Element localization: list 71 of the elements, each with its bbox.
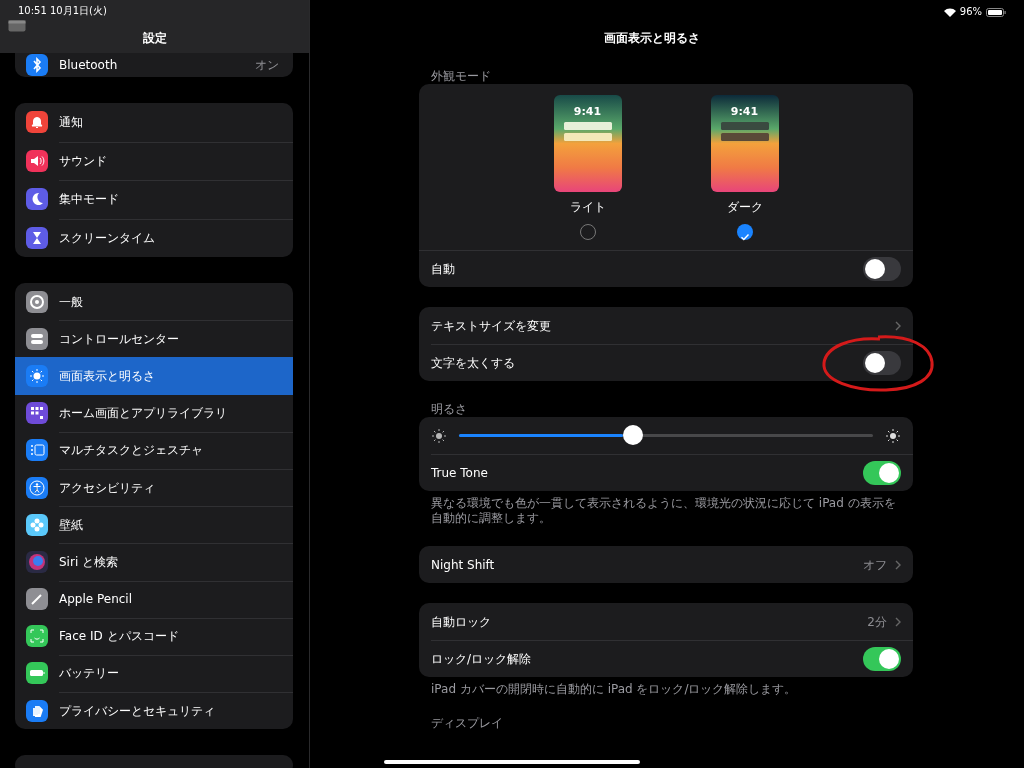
sidebar-item[interactable]: Bluetooth オン [15, 53, 293, 77]
option-label: ライト [569, 199, 606, 216]
bright-sun-icon [885, 426, 901, 445]
footnote-text: 異なる環境でも色が一貫して表示されるように、環境光の状況に応じて iPad の表示を自動的に調整します。 [431, 496, 896, 525]
sidebar-item-label: Siri と検索 [59, 553, 119, 571]
radio-button[interactable] [736, 224, 753, 240]
sidebar-item[interactable]: プライバシーとセキュリティ [15, 692, 293, 730]
sidebar-item-label: 集中モード [59, 191, 119, 209]
dim-sun-icon [431, 426, 447, 445]
sidebar-item[interactable]: ホーム画面とアプリライブラリ [15, 394, 293, 432]
widget-bar [563, 122, 612, 130]
status-time: 10:51 10月1日(火) [18, 4, 107, 18]
setting-label: 文字を太くする [431, 354, 515, 372]
sidebar-item[interactable]: 画面表示と明るさ [15, 357, 293, 395]
sidebar-item-label: マルチタスクとジェスチャ [59, 442, 203, 460]
slider-thumb[interactable] [622, 425, 643, 445]
sidebar-title: 設定 [141, 30, 168, 47]
sidebar-item-label: サウンド [59, 152, 107, 170]
section-header: ディスプレイ [431, 716, 503, 730]
widget-bar [720, 133, 769, 141]
setting-label: True Tone [431, 464, 488, 482]
page-title: 画面表示と明るさ [604, 31, 700, 45]
sidebar-item[interactable]: アクセシビリティ [15, 468, 293, 507]
sidebar-item[interactable]: 一般 [15, 283, 293, 321]
setting-label: ロック/ロック解除 [431, 650, 532, 668]
toggle-switch[interactable] [863, 350, 901, 375]
sidebar-item-label: 画面表示と明るさ [59, 367, 155, 385]
sidebar-item[interactable]: サウンド [15, 141, 293, 180]
sidebar-item-value: オン [255, 57, 279, 74]
sidebar-item-label: ホーム画面とアプリライブラリ [59, 405, 227, 423]
sidebar-item-label: Face ID とパスコード [59, 628, 179, 646]
sidebar-item[interactable]: Apple Pencil [15, 580, 293, 618]
setting-label: テキストサイズを変更 [431, 317, 551, 335]
sidebar-item-label: コントロールセンター [59, 330, 179, 348]
sidebar-item-label: Bluetooth [59, 57, 118, 74]
section-header: 明るさ [431, 402, 467, 416]
dark-preview-thumbnail[interactable]: 9:41 [710, 95, 779, 192]
sidebar-item[interactable]: 通知 [15, 103, 293, 142]
setting-value: オフ [863, 556, 887, 574]
sidebar-item[interactable]: Face ID とパスコード [15, 617, 293, 655]
section-header: 外観モード [431, 69, 491, 83]
sidebar-item[interactable]: 壁紙 [15, 506, 293, 544]
toggle-switch[interactable] [863, 257, 901, 281]
sidebar-item[interactable]: バッテリー [15, 654, 293, 693]
light-preview-thumbnail[interactable]: 9:41 [553, 95, 622, 192]
sidebar-item[interactable]: コントロールセンター [15, 320, 293, 358]
battery-percentage: 96% [959, 5, 982, 19]
widget-bar [720, 122, 769, 130]
toggle-switch[interactable] [863, 460, 901, 485]
sidebar-item[interactable]: スクリーンタイム [15, 218, 293, 257]
sidebar-item-label: プライバシーとセキュリティ [59, 702, 215, 720]
sidebar-item[interactable]: 集中モード [15, 180, 293, 219]
option-label: ダーク [726, 199, 763, 216]
setting-label: 自動ロック [431, 613, 491, 631]
footnote-text: iPad カバーの開閉時に自動的に iPad をロック/ロック解除します。 [431, 682, 797, 696]
sidebar-item[interactable]: マルチタスクとジェスチャ [15, 431, 293, 469]
sidebar-item-label: バッテリー [59, 665, 119, 683]
sidebar-item-label: 通知 [59, 114, 83, 132]
widget-bar [563, 133, 612, 141]
setting-label: Night Shift [431, 556, 495, 574]
sidebar-item-label: 壁紙 [59, 516, 83, 534]
sidebar-item[interactable]: Siri と検索 [15, 543, 293, 581]
sidebar-item-label: スクリーンタイム [59, 229, 155, 247]
preview-time: 9:41 [729, 104, 760, 120]
preview-time: 9:41 [572, 104, 603, 120]
sidebar-item-label: 一般 [59, 293, 83, 311]
setting-label: 自動 [431, 261, 455, 278]
setting-value: 2分 [867, 613, 887, 631]
sidebar-item-label: Apple Pencil [59, 591, 133, 609]
sidebar-item-label: アクセシビリティ [59, 479, 155, 497]
toggle-switch[interactable] [863, 646, 901, 671]
